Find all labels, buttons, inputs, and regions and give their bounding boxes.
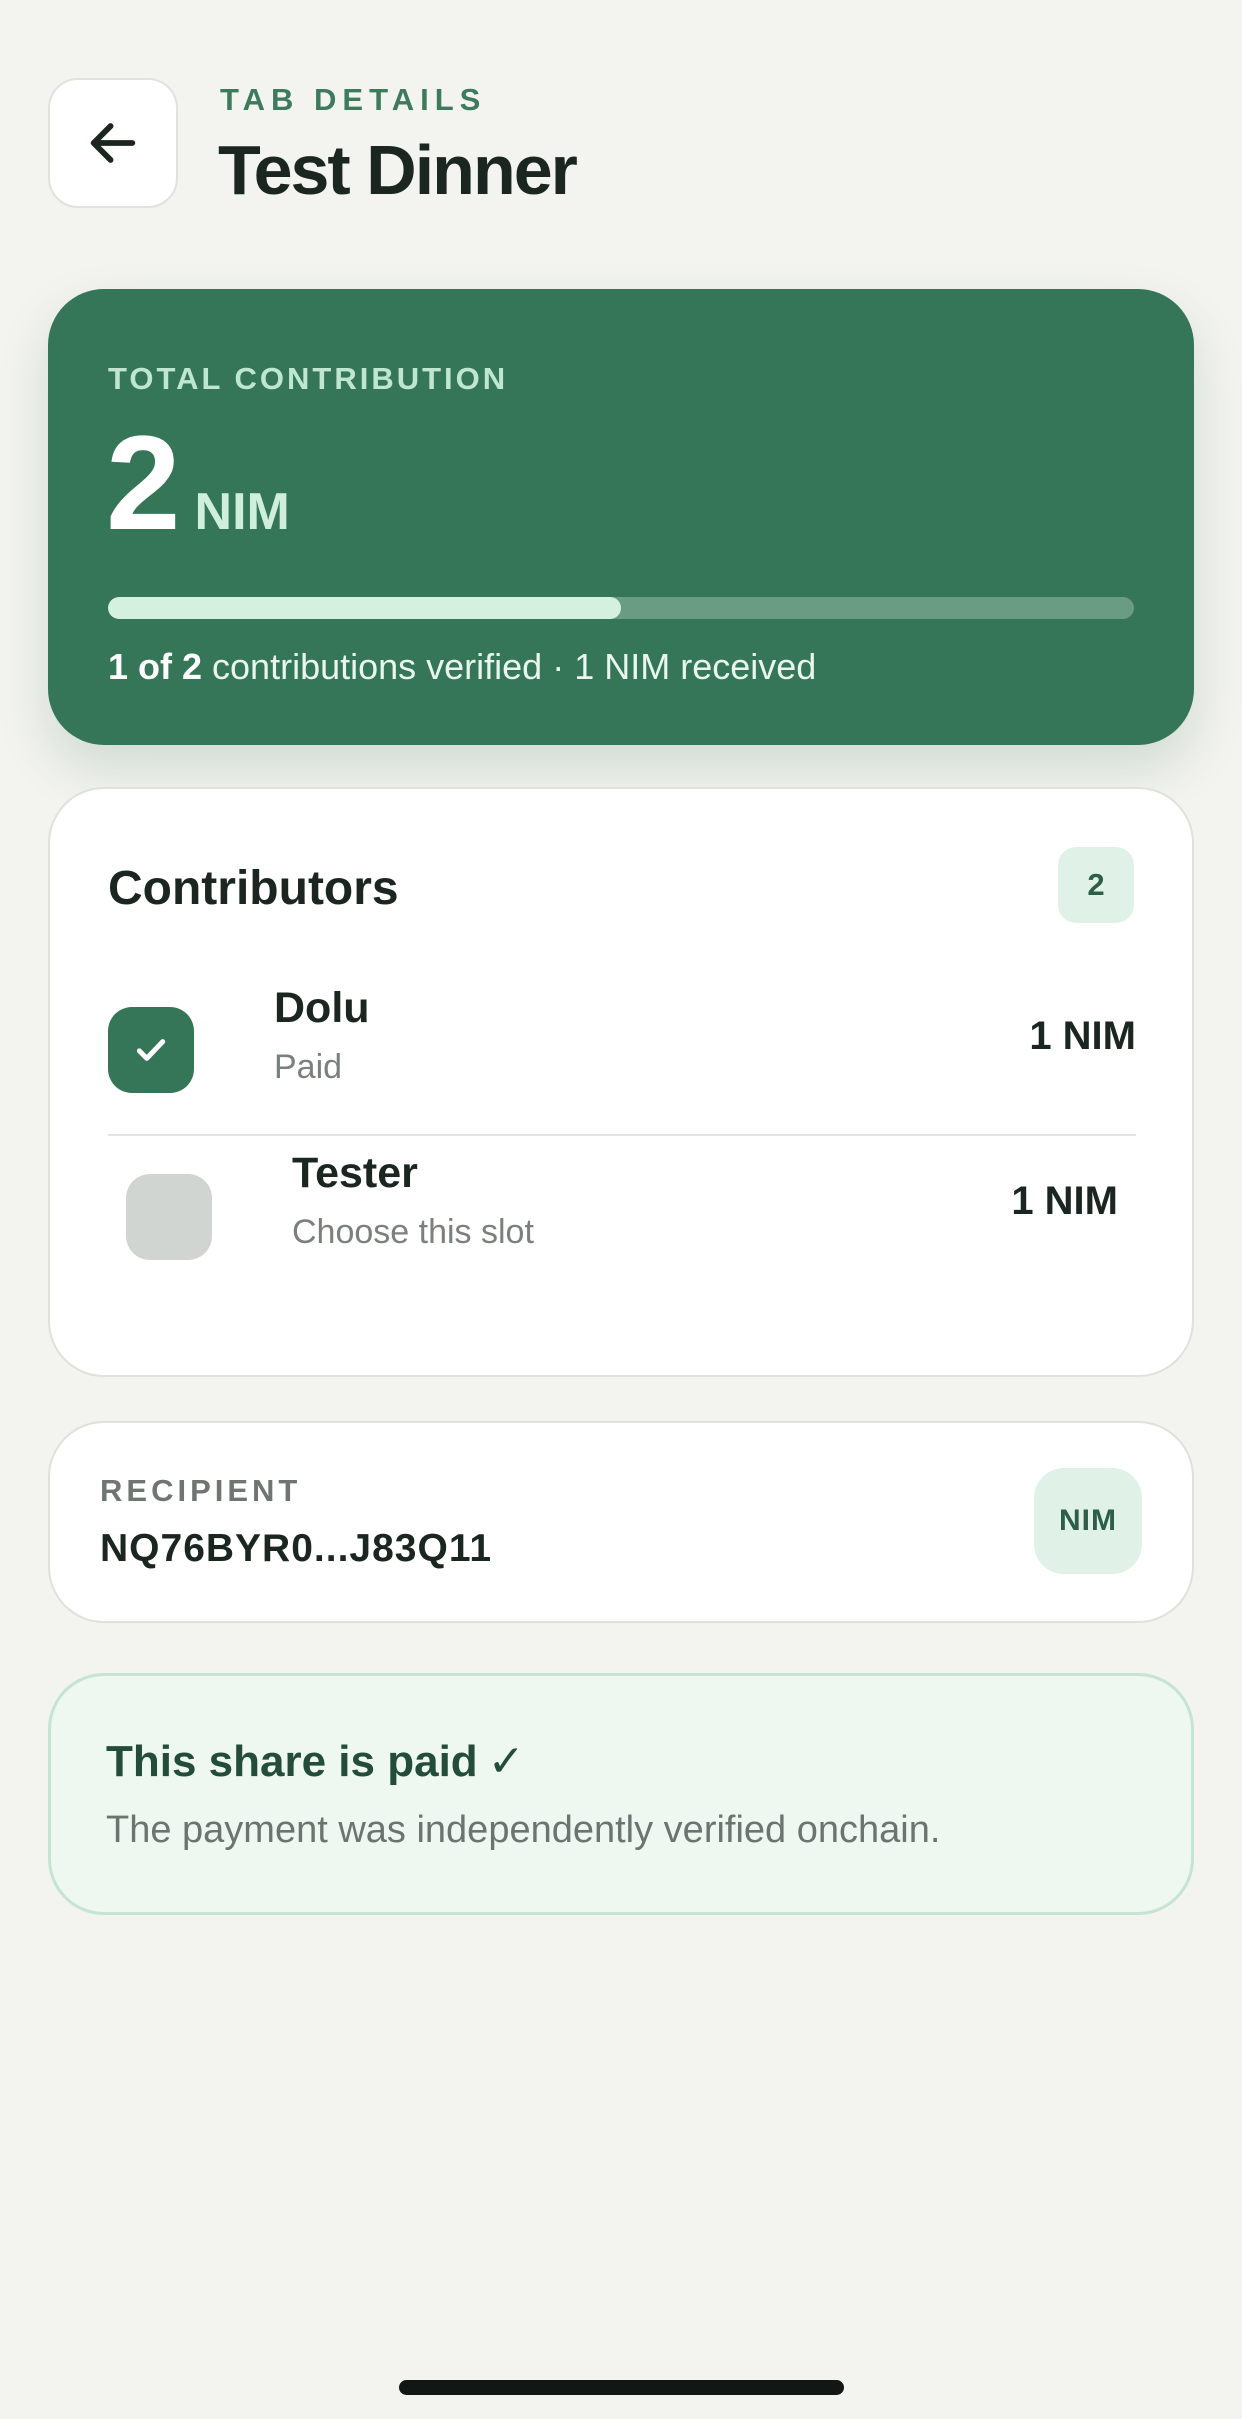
paid-notice-card: This share is paid ✓ The payment was inde… [48, 1673, 1194, 1915]
page-title: Test Dinner [218, 131, 578, 209]
total-amount: 2 NIM [106, 417, 290, 551]
contributor-row: Dolu Paid 1 NIM [108, 984, 1136, 1114]
contributors-title: Contributors [108, 862, 399, 915]
contributor-name: Tester [292, 1149, 418, 1197]
paid-notice-text: The payment was independently verified o… [106, 1809, 941, 1851]
checkbox-unchecked[interactable] [126, 1174, 212, 1260]
contributor-amount: 1 NIM [1029, 1014, 1136, 1058]
verified-count: 1 of 2 [108, 646, 203, 687]
arrow-left-icon [90, 123, 136, 163]
contributor-status: Paid [274, 1048, 343, 1086]
check-icon [136, 1039, 166, 1061]
choose-slot-label: Choose this slot [292, 1213, 534, 1251]
contributors-count-badge: 2 [1058, 847, 1134, 923]
total-contribution-card: TOTAL CONTRIBUTION 2 NIM 1 of 2 contribu… [48, 289, 1194, 745]
recipient-address[interactable]: NQ76BYR0...J83Q11 [100, 1527, 492, 1571]
back-button[interactable] [48, 78, 178, 208]
currency-badge: NIM [1034, 1468, 1142, 1574]
verified-suffix: contributions verified · 1 NIM received [202, 646, 817, 687]
progress-summary: 1 of 2 contributions verified · 1 NIM re… [108, 646, 816, 688]
total-value: 2 [106, 409, 181, 558]
paid-notice-title-text: This share is paid [106, 1737, 478, 1786]
recipient-card: RECIPIENT NQ76BYR0...J83Q11 NIM [48, 1421, 1194, 1623]
total-unit: NIM [194, 483, 290, 541]
page-eyebrow: TAB DETAILS [220, 82, 487, 117]
checkmark-icon: ✓ [487, 1737, 525, 1786]
contributor-amount: 1 NIM [1011, 1179, 1118, 1223]
progress-fill [108, 597, 621, 619]
divider [108, 1134, 1136, 1136]
total-contribution-label: TOTAL CONTRIBUTION [108, 361, 509, 396]
recipient-label: RECIPIENT [100, 1473, 302, 1508]
home-indicator [399, 2380, 844, 2395]
checkbox-checked [108, 1007, 194, 1093]
contributors-card: Contributors 2 Dolu Paid 1 NIM Tester Ch… [48, 787, 1194, 1377]
paid-notice-title: This share is paid ✓ [106, 1736, 525, 1787]
header: TAB DETAILS Test Dinner [48, 78, 1194, 211]
contributor-row-selectable[interactable]: Tester Choose this slot 1 NIM [108, 1149, 1136, 1299]
contributor-name: Dolu [274, 984, 370, 1032]
progress-bar [108, 597, 1134, 619]
